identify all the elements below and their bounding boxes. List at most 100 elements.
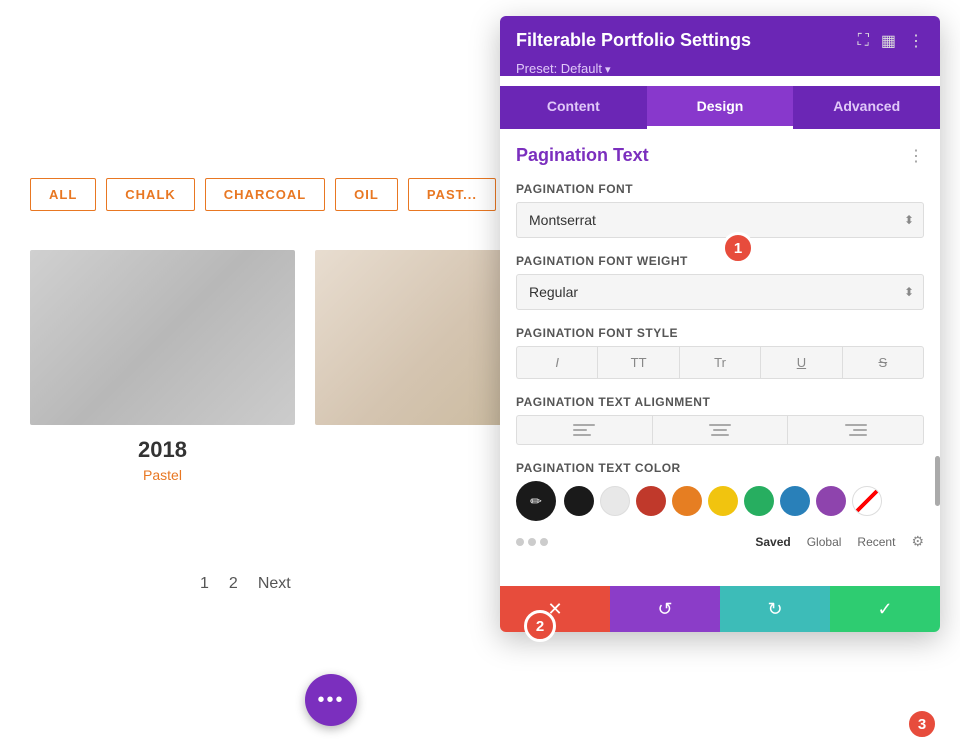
alignment-row: Pagination Text Alignment <box>516 395 924 445</box>
line3 <box>711 434 729 436</box>
color-recent-label[interactable]: Recent <box>857 535 895 549</box>
section-title: Pagination Text <box>516 145 649 166</box>
panel-body: Pagination Text ⋮ Pagination Font Montse… <box>500 129 940 586</box>
section-menu-icon[interactable]: ⋮ <box>908 146 924 166</box>
color-swatch-green[interactable] <box>744 486 774 516</box>
color-swatch-blue[interactable] <box>780 486 810 516</box>
font-style-label: Pagination Font Style <box>516 326 924 340</box>
dot-3 <box>540 538 548 546</box>
color-edit-button[interactable]: ✏ <box>516 481 556 521</box>
color-section-row: ✏ <box>516 481 924 521</box>
color-settings-icon[interactable]: ⚙ <box>911 533 924 550</box>
pagination: 1 2 Next <box>200 575 291 593</box>
tab-content[interactable]: Content <box>500 86 647 129</box>
font-weight-row: Pagination Font Weight Regular <box>516 254 924 310</box>
color-global-label[interactable]: Global <box>807 535 842 549</box>
filter-tabs: ALL CHALK CHARCOAL OIL PAST... <box>30 178 496 211</box>
color-swatch-yellow[interactable] <box>708 486 738 516</box>
portfolio-year-1: 2018 <box>30 437 295 463</box>
filter-tab-charcoal[interactable]: CHARCOAL <box>205 178 325 211</box>
fab-ellipsis-button[interactable]: ••• <box>305 674 357 726</box>
settings-panel: Filterable Portfolio Settings ⛶ ▦ ⋮ Pres… <box>500 16 940 632</box>
dot-1 <box>516 538 524 546</box>
style-capitalize-btn[interactable]: Tr <box>679 346 760 379</box>
badge-3-label: 3 <box>918 716 926 733</box>
font-weight-select-wrapper: Regular <box>516 274 924 310</box>
undo-button[interactable]: ↺ <box>610 586 720 632</box>
line2 <box>853 429 867 431</box>
ellipsis-icon: ••• <box>317 689 344 712</box>
line1 <box>573 424 595 426</box>
panel-scrollbar[interactable] <box>935 456 940 506</box>
undo-icon: ↺ <box>657 599 672 620</box>
style-strikethrough-btn[interactable]: S <box>842 346 924 379</box>
portfolio-item-1: 2018 Pastel <box>30 250 295 483</box>
color-swatch-white[interactable] <box>600 486 630 516</box>
font-select[interactable]: Montserrat <box>516 202 924 238</box>
color-swatch-orange[interactable] <box>672 486 702 516</box>
redo-icon: ↻ <box>767 599 782 620</box>
color-swatch-red[interactable] <box>636 486 666 516</box>
color-swatch-black[interactable] <box>564 486 594 516</box>
style-buttons: I TT Tr U S <box>516 346 924 379</box>
panel-header-icons: ⛶ ▦ ⋮ <box>858 31 924 51</box>
line3 <box>573 434 591 436</box>
style-italic-btn[interactable]: I <box>516 346 597 379</box>
portfolio-thumbnail-1 <box>30 250 295 425</box>
badge-2-label: 2 <box>536 618 544 635</box>
panel-preset-dropdown[interactable]: Preset: Default <box>516 61 924 76</box>
color-footer-right: Saved Global Recent ⚙ <box>755 533 924 550</box>
font-label: Pagination Font <box>516 182 924 196</box>
font-weight-label: Pagination Font Weight <box>516 254 924 268</box>
filter-tab-chalk[interactable]: CHALK <box>106 178 195 211</box>
badge-1-label: 1 <box>734 240 742 257</box>
tab-advanced[interactable]: Advanced <box>793 86 940 129</box>
align-left-icon <box>573 424 595 436</box>
line2 <box>573 429 587 431</box>
page-2-link[interactable]: 2 <box>229 575 238 593</box>
alignment-buttons <box>516 415 924 445</box>
section-header: Pagination Text ⋮ <box>516 145 924 166</box>
panel-footer: ✕ ↺ ↻ ✓ <box>500 586 940 632</box>
color-swatches <box>564 486 882 516</box>
align-left-btn[interactable] <box>516 415 652 445</box>
panel-tabs: Content Design Advanced <box>500 86 940 129</box>
confirm-button[interactable]: ✓ <box>830 586 940 632</box>
color-swatch-purple[interactable] <box>816 486 846 516</box>
color-swatch-transparent[interactable] <box>852 486 882 516</box>
color-label: Pagination Text Color <box>516 461 924 475</box>
font-row: Pagination Font Montserrat <box>516 182 924 238</box>
style-uppercase-btn[interactable]: TT <box>597 346 678 379</box>
align-center-btn[interactable] <box>652 415 788 445</box>
filter-tab-all[interactable]: ALL <box>30 178 96 211</box>
line3 <box>849 434 867 436</box>
color-footer-dots <box>516 538 548 546</box>
font-weight-select[interactable]: Regular <box>516 274 924 310</box>
page-1-link[interactable]: 1 <box>200 575 209 593</box>
filter-tab-pastel[interactable]: PAST... <box>408 178 496 211</box>
page-next-link[interactable]: Next <box>258 575 291 593</box>
color-footer: Saved Global Recent ⚙ <box>516 529 924 554</box>
align-center-icon <box>709 424 731 436</box>
font-select-wrapper: Montserrat <box>516 202 924 238</box>
color-saved-label[interactable]: Saved <box>755 535 790 549</box>
grid-icon[interactable]: ▦ <box>881 31 896 51</box>
style-underline-btn[interactable]: U <box>760 346 841 379</box>
portfolio-image-1[interactable] <box>30 250 295 425</box>
alignment-label: Pagination Text Alignment <box>516 395 924 409</box>
line2 <box>713 429 727 431</box>
badge-1: 1 <box>722 232 754 264</box>
portfolio-category-1: Pastel <box>30 467 295 483</box>
more-options-icon[interactable]: ⋮ <box>908 31 924 51</box>
font-style-row: Pagination Font Style I TT Tr U S <box>516 326 924 379</box>
fullscreen-icon[interactable]: ⛶ <box>858 32 869 50</box>
badge-2: 2 <box>524 610 556 642</box>
align-right-icon <box>845 424 867 436</box>
redo-button[interactable]: ↻ <box>720 586 830 632</box>
panel-header: Filterable Portfolio Settings ⛶ ▦ ⋮ Pres… <box>500 16 940 76</box>
tab-design[interactable]: Design <box>647 86 794 129</box>
filter-tab-oil[interactable]: OIL <box>335 178 398 211</box>
panel-header-top: Filterable Portfolio Settings ⛶ ▦ ⋮ <box>516 30 924 51</box>
dot-2 <box>528 538 536 546</box>
align-right-btn[interactable] <box>787 415 924 445</box>
